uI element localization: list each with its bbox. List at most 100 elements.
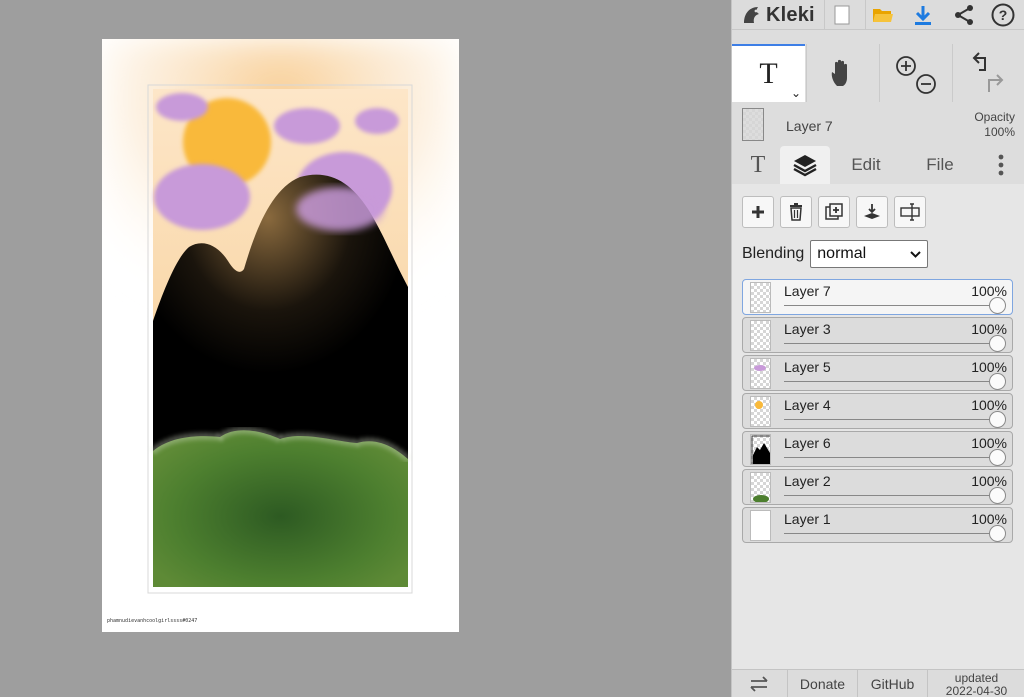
current-layer-thumbnail xyxy=(742,108,764,141)
layer-row[interactable]: Layer 4 100% xyxy=(742,393,1013,429)
updated-date: 2022-04-30 xyxy=(945,684,1008,697)
swap-arrows-icon xyxy=(750,676,768,692)
app-name: Kleki xyxy=(766,3,815,26)
layers-panel: Blending normal Layer 7 100% Layer 3 100% La… xyxy=(732,184,1024,669)
opacity-slider-knob[interactable] xyxy=(989,373,1006,390)
tab-layers[interactable] xyxy=(780,146,830,184)
kleki-bird-icon xyxy=(744,7,759,23)
help-icon: ? xyxy=(991,3,1015,27)
layer-thumbnail xyxy=(750,358,771,389)
blending-select[interactable]: normal xyxy=(810,240,929,268)
layer-opacity-value: 100% xyxy=(971,511,1007,527)
layer-row[interactable]: Layer 2 100% xyxy=(742,469,1013,505)
rename-layer-button[interactable] xyxy=(894,196,926,228)
zoom-out-icon[interactable] xyxy=(916,74,936,94)
layer-thumbnail xyxy=(750,434,771,465)
redo-icon[interactable] xyxy=(988,74,1004,92)
artwork xyxy=(102,39,459,594)
layer-row[interactable]: Layer 1 100% xyxy=(742,507,1013,543)
opacity-slider-knob[interactable] xyxy=(989,487,1006,504)
new-file-button[interactable] xyxy=(824,0,858,30)
trash-icon xyxy=(790,203,802,221)
donate-link[interactable]: Donate xyxy=(787,670,857,697)
opacity-slider-track[interactable] xyxy=(784,419,998,420)
hand-tool-button[interactable] xyxy=(806,44,879,102)
add-layer-button[interactable] xyxy=(742,196,774,228)
share-icon xyxy=(955,5,973,25)
layer-opacity-value: 100% xyxy=(971,283,1007,299)
kleki-logo: Kleki xyxy=(740,2,815,28)
blending-label: Blending xyxy=(742,245,805,262)
opacity-slider-knob[interactable] xyxy=(989,297,1006,314)
layer-name: Layer 2 xyxy=(784,473,831,489)
undo-redo-icons xyxy=(972,52,1004,92)
undo-redo-controls xyxy=(952,44,1024,102)
layer-name: Layer 5 xyxy=(784,359,831,375)
layer-name: Layer 6 xyxy=(784,435,831,451)
layer-row[interactable]: Layer 5 100% xyxy=(742,355,1013,391)
opacity-slider-track[interactable] xyxy=(784,343,998,344)
layer-row[interactable]: Layer 3 100% xyxy=(742,317,1013,353)
hand-icon xyxy=(831,59,847,86)
opacity-slider-knob[interactable] xyxy=(989,411,1006,428)
signature-text: phamnudievanhcoolgirlssss#0247 xyxy=(107,618,198,624)
svg-text:?: ? xyxy=(999,7,1008,23)
opacity-slider-knob[interactable] xyxy=(989,449,1006,466)
layer-row[interactable]: Layer 7 100% xyxy=(742,279,1013,315)
zoom-controls xyxy=(879,44,952,102)
swap-side-button[interactable] xyxy=(732,670,786,697)
top-bar: Kleki ? xyxy=(732,0,1024,30)
duplicate-layer-button[interactable] xyxy=(818,196,850,228)
layer-thumbnail xyxy=(750,282,771,313)
layer-name: Layer 3 xyxy=(784,321,831,337)
opacity-slider-track[interactable] xyxy=(784,457,998,458)
updated-info[interactable]: updated 2022-04-30 xyxy=(927,670,1024,697)
tab-edit[interactable]: Edit xyxy=(840,146,892,184)
help-button[interactable]: ? xyxy=(986,0,1020,30)
tool-row: T ⌄ xyxy=(732,44,1024,102)
merge-down-icon xyxy=(864,204,880,219)
layer-thumbnail xyxy=(750,472,771,503)
github-link[interactable]: GitHub xyxy=(857,670,927,697)
chevron-down-icon[interactable]: ⌄ xyxy=(791,86,801,100)
undo-icon[interactable] xyxy=(972,52,986,71)
layers-icon xyxy=(793,155,817,177)
opacity-slider-knob[interactable] xyxy=(989,525,1006,542)
opacity-slider-track[interactable] xyxy=(784,533,998,534)
zoom-in-icon[interactable] xyxy=(896,56,916,76)
opacity-slider-knob[interactable] xyxy=(989,335,1006,352)
more-menu-button[interactable] xyxy=(986,146,1016,184)
text-tool-button[interactable]: T ⌄ xyxy=(732,44,805,102)
zoom-icons xyxy=(896,56,936,94)
layer-name: Layer 7 xyxy=(784,283,831,299)
open-folder-button[interactable] xyxy=(865,0,899,30)
tab-file[interactable]: File xyxy=(916,146,964,184)
opacity-slider-track[interactable] xyxy=(784,305,998,306)
side-panel: Kleki ? T ⌄ Layer 7 Opacity 100% T Edit … xyxy=(731,0,1024,697)
more-vertical-icon xyxy=(998,154,1004,176)
bottom-bar: Donate GitHub updated 2022-04-30 xyxy=(732,669,1024,697)
canvas-area[interactable]: phamnudievanhcoolgirlssss#0247 xyxy=(0,0,731,697)
current-layer-name: Layer 7 xyxy=(786,118,833,134)
layer-opacity-value: 100% xyxy=(971,359,1007,375)
download-button[interactable] xyxy=(906,0,940,30)
chevron-down-icon xyxy=(910,250,921,258)
opacity-label: Opacity xyxy=(974,110,1015,124)
layer-thumbnail xyxy=(750,396,771,427)
drawing-canvas[interactable]: phamnudievanhcoolgirlssss#0247 xyxy=(102,39,459,632)
layer-name: Layer 1 xyxy=(784,511,831,527)
layer-opacity-value: 100% xyxy=(971,397,1007,413)
share-button[interactable] xyxy=(947,0,981,30)
opacity-value: 100% xyxy=(984,125,1015,139)
opacity-slider-track[interactable] xyxy=(784,381,998,382)
delete-layer-button[interactable] xyxy=(780,196,812,228)
layer-opacity-value: 100% xyxy=(971,473,1007,489)
opacity-slider-track[interactable] xyxy=(784,495,998,496)
folder-icon xyxy=(872,9,893,22)
merge-down-button[interactable] xyxy=(856,196,888,228)
tab-text[interactable]: T xyxy=(740,146,776,184)
layer-row[interactable]: Layer 6 100% xyxy=(742,431,1013,467)
layer-thumbnail xyxy=(750,320,771,351)
layer-opacity-value: 100% xyxy=(971,435,1007,451)
panel-tabs: T Edit File xyxy=(732,146,1024,184)
